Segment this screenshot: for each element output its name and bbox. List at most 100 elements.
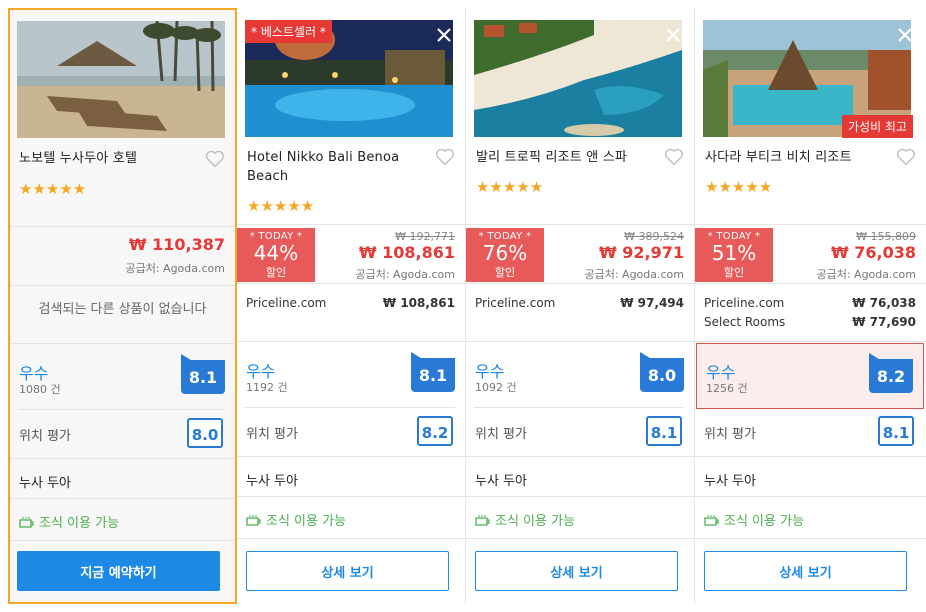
coffee-cup-icon — [704, 515, 719, 526]
score-badge: 8.2 — [869, 359, 913, 393]
discount-suffix: 할인 — [723, 266, 745, 279]
divider — [10, 458, 235, 459]
location-rating-label: 위치 평가 — [475, 427, 527, 442]
divider — [695, 496, 926, 497]
divider — [466, 456, 694, 457]
score-badge: 8.1 — [411, 358, 455, 392]
offer-row[interactable]: Priceline.com ₩ 108,861 — [246, 296, 455, 310]
view-details-button[interactable]: 상세 보기 — [704, 551, 907, 591]
breakfast-label: 조식 이용 가능 — [39, 516, 120, 531]
divider — [466, 283, 694, 284]
offer-site: Select Rooms — [704, 315, 786, 329]
divider — [695, 538, 926, 539]
price[interactable]: ₩ 92,971 — [599, 243, 684, 262]
today-label: * TODAY * — [707, 231, 761, 242]
divider — [466, 341, 694, 342]
star-rating: ★★★★★ — [705, 178, 773, 196]
review-rating[interactable]: 우수 1092 건 8.0 — [466, 343, 694, 409]
hotel-name[interactable]: 발리 트로픽 리조트 앤 스파 — [476, 148, 656, 167]
divider — [237, 283, 465, 284]
discount-percent: 51% — [711, 241, 757, 265]
offer-row[interactable]: Select Rooms ₩ 77,690 — [704, 315, 916, 329]
coffee-cup-icon — [475, 515, 490, 526]
hotel-photo[interactable] — [17, 21, 225, 138]
discount-percent: 44% — [253, 241, 299, 265]
original-price: ₩ 389,524 — [624, 230, 684, 243]
review-count: 1080 건 — [19, 383, 61, 396]
hotel-photo[interactable] — [474, 20, 682, 137]
discount-suffix: 할인 — [494, 266, 516, 279]
today-discount-badge: * TODAY * 44% 할인 — [237, 228, 315, 282]
discount-percent: 76% — [482, 241, 528, 265]
location-score-badge: 8.1 — [646, 416, 682, 446]
breakfast-info: 조식 이용 가능 — [704, 510, 804, 529]
hotel-comparison-grid: 노보텔 누사두아 호텔 ★★★★★ ₩ 110,387 공급처: Agoda.c… — [8, 8, 926, 612]
area-name: 누사 두아 — [475, 474, 527, 489]
heart-icon[interactable] — [896, 148, 916, 166]
divider — [695, 224, 926, 225]
location-score-badge: 8.2 — [417, 416, 453, 446]
star-rating: ★★★★★ — [476, 178, 544, 196]
supplier: 공급처: Agoda.com — [355, 268, 455, 281]
supplier: 공급처: Agoda.com — [816, 268, 916, 281]
heart-icon[interactable] — [664, 148, 684, 166]
divider — [695, 341, 926, 342]
view-details-button[interactable]: 상세 보기 — [475, 551, 678, 591]
offer-row[interactable]: Priceline.com ₩ 76,038 — [704, 296, 916, 310]
divider — [466, 538, 694, 539]
divider — [466, 496, 694, 497]
coffee-cup-icon — [19, 517, 34, 528]
hotel-card[interactable]: 발리 트로픽 리조트 앤 스파 ★★★★★ * TODAY * 76% 할인 ₩… — [466, 8, 695, 604]
divider — [245, 407, 455, 408]
hotel-card[interactable]: 가성비 최고 사다라 부티크 비치 리조트 ★★★★★ * TODAY * 51… — [695, 8, 926, 604]
review-rating[interactable]: 우수 1080 건 8.1 — [10, 345, 235, 411]
price[interactable]: ₩ 108,861 — [359, 243, 455, 262]
offer-row[interactable]: Priceline.com ₩ 97,494 — [475, 296, 684, 310]
offer-price: ₩ 76,038 — [852, 296, 916, 310]
divider — [10, 285, 235, 286]
original-price: ₩ 155,809 — [856, 230, 916, 243]
price[interactable]: ₩ 110,387 — [129, 235, 225, 254]
today-label: * TODAY * — [249, 231, 303, 242]
heart-icon[interactable] — [435, 148, 455, 166]
hotel-name[interactable]: 노보텔 누사두아 호텔 — [19, 149, 199, 168]
breakfast-label: 조식 이용 가능 — [724, 514, 805, 529]
close-icon[interactable] — [664, 26, 682, 44]
location-score-badge: 8.0 — [187, 418, 223, 448]
breakfast-info: 조식 이용 가능 — [246, 510, 346, 529]
divider — [237, 224, 465, 225]
divider — [10, 498, 235, 499]
star-rating: ★★★★★ — [19, 180, 87, 198]
book-now-button[interactable]: 지금 예약하기 — [17, 551, 220, 591]
breakfast-info: 조식 이용 가능 — [475, 510, 575, 529]
hotel-name[interactable]: Hotel Nikko Bali Benoa Beach — [247, 148, 427, 186]
area-name: 누사 두아 — [19, 476, 71, 491]
hotel-name[interactable]: 사다라 부티크 비치 리조트 — [705, 148, 885, 167]
supplier: 공급처: Agoda.com — [125, 262, 225, 275]
offer-site: Priceline.com — [475, 296, 556, 310]
price[interactable]: ₩ 76,038 — [831, 243, 916, 262]
offer-price: ₩ 97,494 — [620, 296, 684, 310]
offer-price: ₩ 108,861 — [382, 296, 455, 310]
today-discount-badge: * TODAY * 76% 할인 — [466, 228, 544, 282]
divider — [237, 456, 465, 457]
review-rating-highlighted[interactable]: 우수 1256 건 8.2 — [696, 343, 924, 409]
divider — [466, 224, 694, 225]
discount-suffix: 할인 — [265, 266, 287, 279]
coffee-cup-icon — [246, 515, 261, 526]
heart-icon[interactable] — [205, 150, 225, 168]
review-count: 1256 건 — [706, 382, 748, 395]
close-icon[interactable] — [435, 26, 453, 44]
breakfast-info: 조식 이용 가능 — [19, 512, 119, 531]
supplier: 공급처: Agoda.com — [584, 268, 684, 281]
divider — [237, 341, 465, 342]
divider — [695, 283, 926, 284]
hotel-card[interactable]: 노보텔 누사두아 호텔 ★★★★★ ₩ 110,387 공급처: Agoda.c… — [8, 8, 237, 604]
close-icon[interactable] — [896, 26, 914, 44]
hotel-card[interactable]: * 베스트셀러 * Hotel Nikko Bali Benoa Beach ★… — [237, 8, 466, 604]
today-discount-badge: * TODAY * 51% 할인 — [695, 228, 773, 282]
no-results-text: 검색되는 다른 상품이 없습니다 — [38, 302, 207, 317]
view-details-button[interactable]: 상세 보기 — [246, 551, 449, 591]
location-rating-label: 위치 평가 — [246, 427, 298, 442]
review-rating[interactable]: 우수 1192 건 8.1 — [237, 343, 465, 409]
